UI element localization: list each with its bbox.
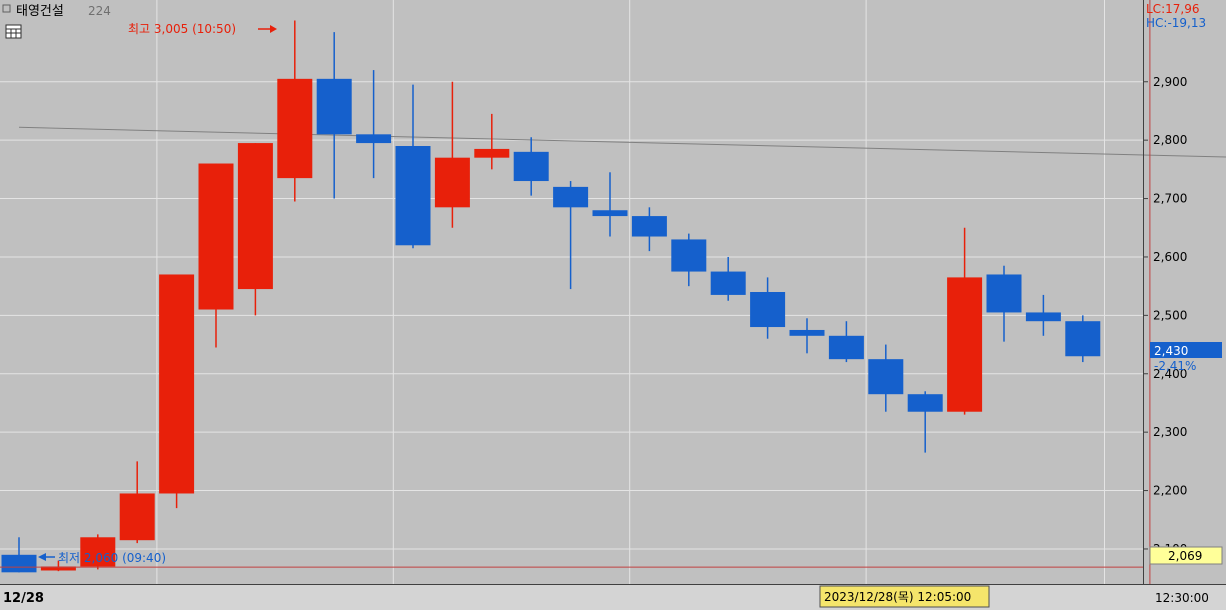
candle-body bbox=[907, 394, 943, 412]
crosshair-time-tag: 2023/12/28(목) 12:05:00 bbox=[819, 585, 990, 608]
candle-body bbox=[828, 335, 864, 360]
candle-body bbox=[868, 359, 904, 395]
y-tick-label: 2,700 bbox=[1153, 192, 1187, 206]
grid-icon[interactable] bbox=[5, 24, 22, 39]
candle bbox=[1065, 315, 1101, 363]
high-label: 최고 3,005 (10:50) bbox=[128, 22, 236, 36]
y-tick-label: 2,300 bbox=[1153, 425, 1187, 439]
candle-body bbox=[1, 554, 37, 573]
reference-price-value: 2,069 bbox=[1168, 549, 1202, 563]
y-tick-label: 2,200 bbox=[1153, 484, 1187, 498]
candle-body bbox=[789, 329, 825, 336]
candle-body bbox=[750, 292, 786, 328]
candle-body bbox=[947, 277, 983, 412]
lc-readout: LC:17,96 bbox=[1146, 2, 1199, 16]
y-tick-label: 2,800 bbox=[1153, 133, 1187, 147]
candle-body bbox=[710, 271, 746, 295]
y-tick-label: 2,600 bbox=[1153, 250, 1187, 264]
y-tick-label: 2,900 bbox=[1153, 75, 1187, 89]
candle-body bbox=[237, 143, 273, 290]
low-annotation: 최저 2,060 (09:40) bbox=[38, 551, 166, 565]
current-price-change: -2,41% bbox=[1154, 359, 1196, 373]
candle-body bbox=[277, 78, 313, 179]
chart-window: 2,1002,2002,3002,4002,5002,6002,7002,800… bbox=[0, 0, 1226, 610]
candlestick-chart[interactable]: 2,1002,2002,3002,4002,5002,6002,7002,800… bbox=[0, 0, 1226, 610]
date-label: 12/28 bbox=[3, 591, 44, 606]
candle-body bbox=[395, 146, 431, 246]
candle-body bbox=[986, 274, 1022, 313]
candle-body bbox=[592, 210, 628, 217]
y-tick-label: 2,500 bbox=[1153, 308, 1187, 322]
candle-body bbox=[474, 148, 510, 158]
candle-body bbox=[671, 239, 707, 272]
candle-body bbox=[356, 134, 392, 144]
axis-end-label: 12:30:00 bbox=[1155, 591, 1209, 605]
candle-body bbox=[1025, 312, 1061, 322]
stock-code: 224 bbox=[88, 4, 111, 18]
hc-readout: HC:-19,13 bbox=[1146, 16, 1206, 30]
candle bbox=[159, 274, 195, 509]
candle-body bbox=[513, 151, 549, 182]
candle-body bbox=[159, 274, 195, 494]
candle-body bbox=[553, 186, 589, 208]
reference-price-tag: 2,069 bbox=[1149, 546, 1223, 565]
candle-body bbox=[316, 78, 352, 135]
candle-body bbox=[198, 163, 234, 310]
candle-body bbox=[119, 493, 155, 541]
candle-body bbox=[1065, 321, 1101, 357]
low-label: 최저 2,060 (09:40) bbox=[58, 551, 166, 565]
candle-body bbox=[434, 157, 470, 208]
current-price-value: 2,430 bbox=[1154, 344, 1188, 358]
x-axis-band bbox=[0, 585, 1226, 610]
x-axis: 10:0010:3011:0011:3012:30 bbox=[0, 584, 1226, 610]
stock-name: 태영건설 bbox=[16, 4, 64, 19]
crosshair-time-label: 2023/12/28(목) 12:05:00 bbox=[824, 590, 971, 604]
candle-body bbox=[631, 216, 667, 237]
